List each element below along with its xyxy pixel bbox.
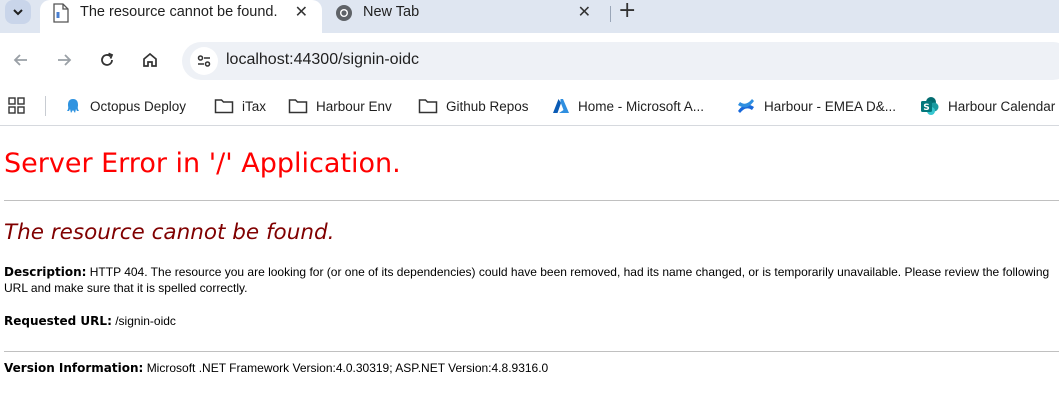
bookmark-folder-github-repos[interactable]: Github Repos bbox=[418, 95, 529, 117]
tab-error-page[interactable]: The resource cannot be found. ✕ bbox=[40, 0, 322, 33]
url-text: localhost:44300/signin-oidc bbox=[226, 51, 420, 68]
home-icon bbox=[143, 52, 157, 67]
divider bbox=[4, 200, 1059, 201]
chevron-down-icon bbox=[13, 9, 23, 16]
address-bar[interactable]: localhost:44300/signin-oidc bbox=[182, 42, 1059, 80]
bookmarks-separator bbox=[45, 96, 46, 116]
bookmark-folder-itax[interactable]: iTax bbox=[214, 95, 266, 117]
bookmark-folder-harbour-env[interactable]: Harbour Env bbox=[288, 95, 392, 117]
sharepoint-icon: S bbox=[921, 97, 939, 115]
forward-button[interactable] bbox=[49, 45, 79, 75]
bookmark-octopus-deploy[interactable]: Octopus Deploy bbox=[64, 95, 186, 117]
reload-icon bbox=[101, 52, 114, 66]
requested-url-value: /signin-oidc bbox=[115, 314, 176, 328]
chrome-icon bbox=[336, 5, 352, 21]
bookmark-label: iTax bbox=[242, 98, 267, 114]
bookmark-harbour-emea[interactable]: Harbour - EMEA D&... bbox=[736, 95, 896, 117]
tab-search-button[interactable] bbox=[5, 0, 31, 24]
bookmark-label: Harbour Calendar bbox=[948, 98, 1056, 114]
bookmark-label: Github Repos bbox=[446, 98, 529, 114]
requested-url: Requested URL: /signin-oidc bbox=[4, 314, 176, 328]
svg-text:S: S bbox=[923, 103, 929, 113]
bookmark-label: Harbour Env bbox=[316, 98, 392, 114]
home-button[interactable] bbox=[135, 45, 165, 75]
tab-strip: The resource cannot be found. ✕ New Tab … bbox=[0, 0, 1059, 33]
divider bbox=[4, 351, 1059, 352]
arrow-right-icon bbox=[58, 54, 72, 66]
bookmark-harbour-calendar[interactable]: S Harbour Calendar bbox=[920, 95, 1055, 117]
folder-icon bbox=[418, 99, 438, 114]
browser-toolbar: localhost:44300/signin-oidc bbox=[0, 33, 1059, 89]
close-tab-icon[interactable]: ✕ bbox=[295, 2, 308, 22]
site-info-button[interactable] bbox=[190, 47, 218, 75]
tune-icon bbox=[197, 55, 211, 67]
bookmark-label: Octopus Deploy bbox=[90, 98, 187, 114]
folder-icon bbox=[214, 99, 234, 114]
bookmark-microsoft-azure[interactable]: Home - Microsoft A... bbox=[552, 95, 704, 117]
octopus-icon bbox=[67, 99, 79, 113]
apps-button[interactable] bbox=[8, 95, 34, 117]
close-tab-icon[interactable]: ✕ bbox=[578, 2, 591, 22]
arrow-left-icon bbox=[13, 54, 27, 66]
description-text: HTTP 404. The resource you are looking f… bbox=[4, 265, 1050, 295]
version-information: Version Information: Microsoft .NET Fram… bbox=[4, 361, 548, 375]
bookmark-label: Harbour - EMEA D&... bbox=[764, 98, 897, 114]
bookmark-label: Home - Microsoft A... bbox=[578, 98, 705, 114]
back-button[interactable] bbox=[6, 45, 36, 75]
bookmarks-bar: Octopus Deploy iTax Harbour Env Github R… bbox=[0, 89, 1059, 126]
azure-icon bbox=[553, 99, 569, 113]
new-tab-button[interactable]: + bbox=[618, 0, 636, 23]
apps-grid-icon bbox=[8, 97, 25, 114]
version-value: Microsoft .NET Framework Version:4.0.303… bbox=[146, 361, 549, 375]
confluence-icon bbox=[738, 99, 754, 113]
tab-separator bbox=[610, 6, 611, 22]
reload-button[interactable] bbox=[92, 45, 122, 75]
tab-new-tab[interactable]: New Tab ✕ bbox=[323, 0, 605, 33]
tab-title: The resource cannot be found. bbox=[80, 4, 278, 20]
tab-title: New Tab bbox=[363, 4, 420, 20]
folder-icon bbox=[288, 99, 308, 114]
requested-url-label: Requested URL: bbox=[4, 314, 112, 328]
error-subheading: The resource cannot be found. bbox=[4, 220, 335, 245]
error-description: Description: HTTP 404. The resource you … bbox=[4, 264, 1059, 296]
description-label: Description: bbox=[4, 265, 87, 279]
document-icon bbox=[53, 3, 69, 23]
version-label: Version Information: bbox=[4, 361, 144, 375]
page-title: Server Error in '/' Application. bbox=[4, 148, 401, 179]
